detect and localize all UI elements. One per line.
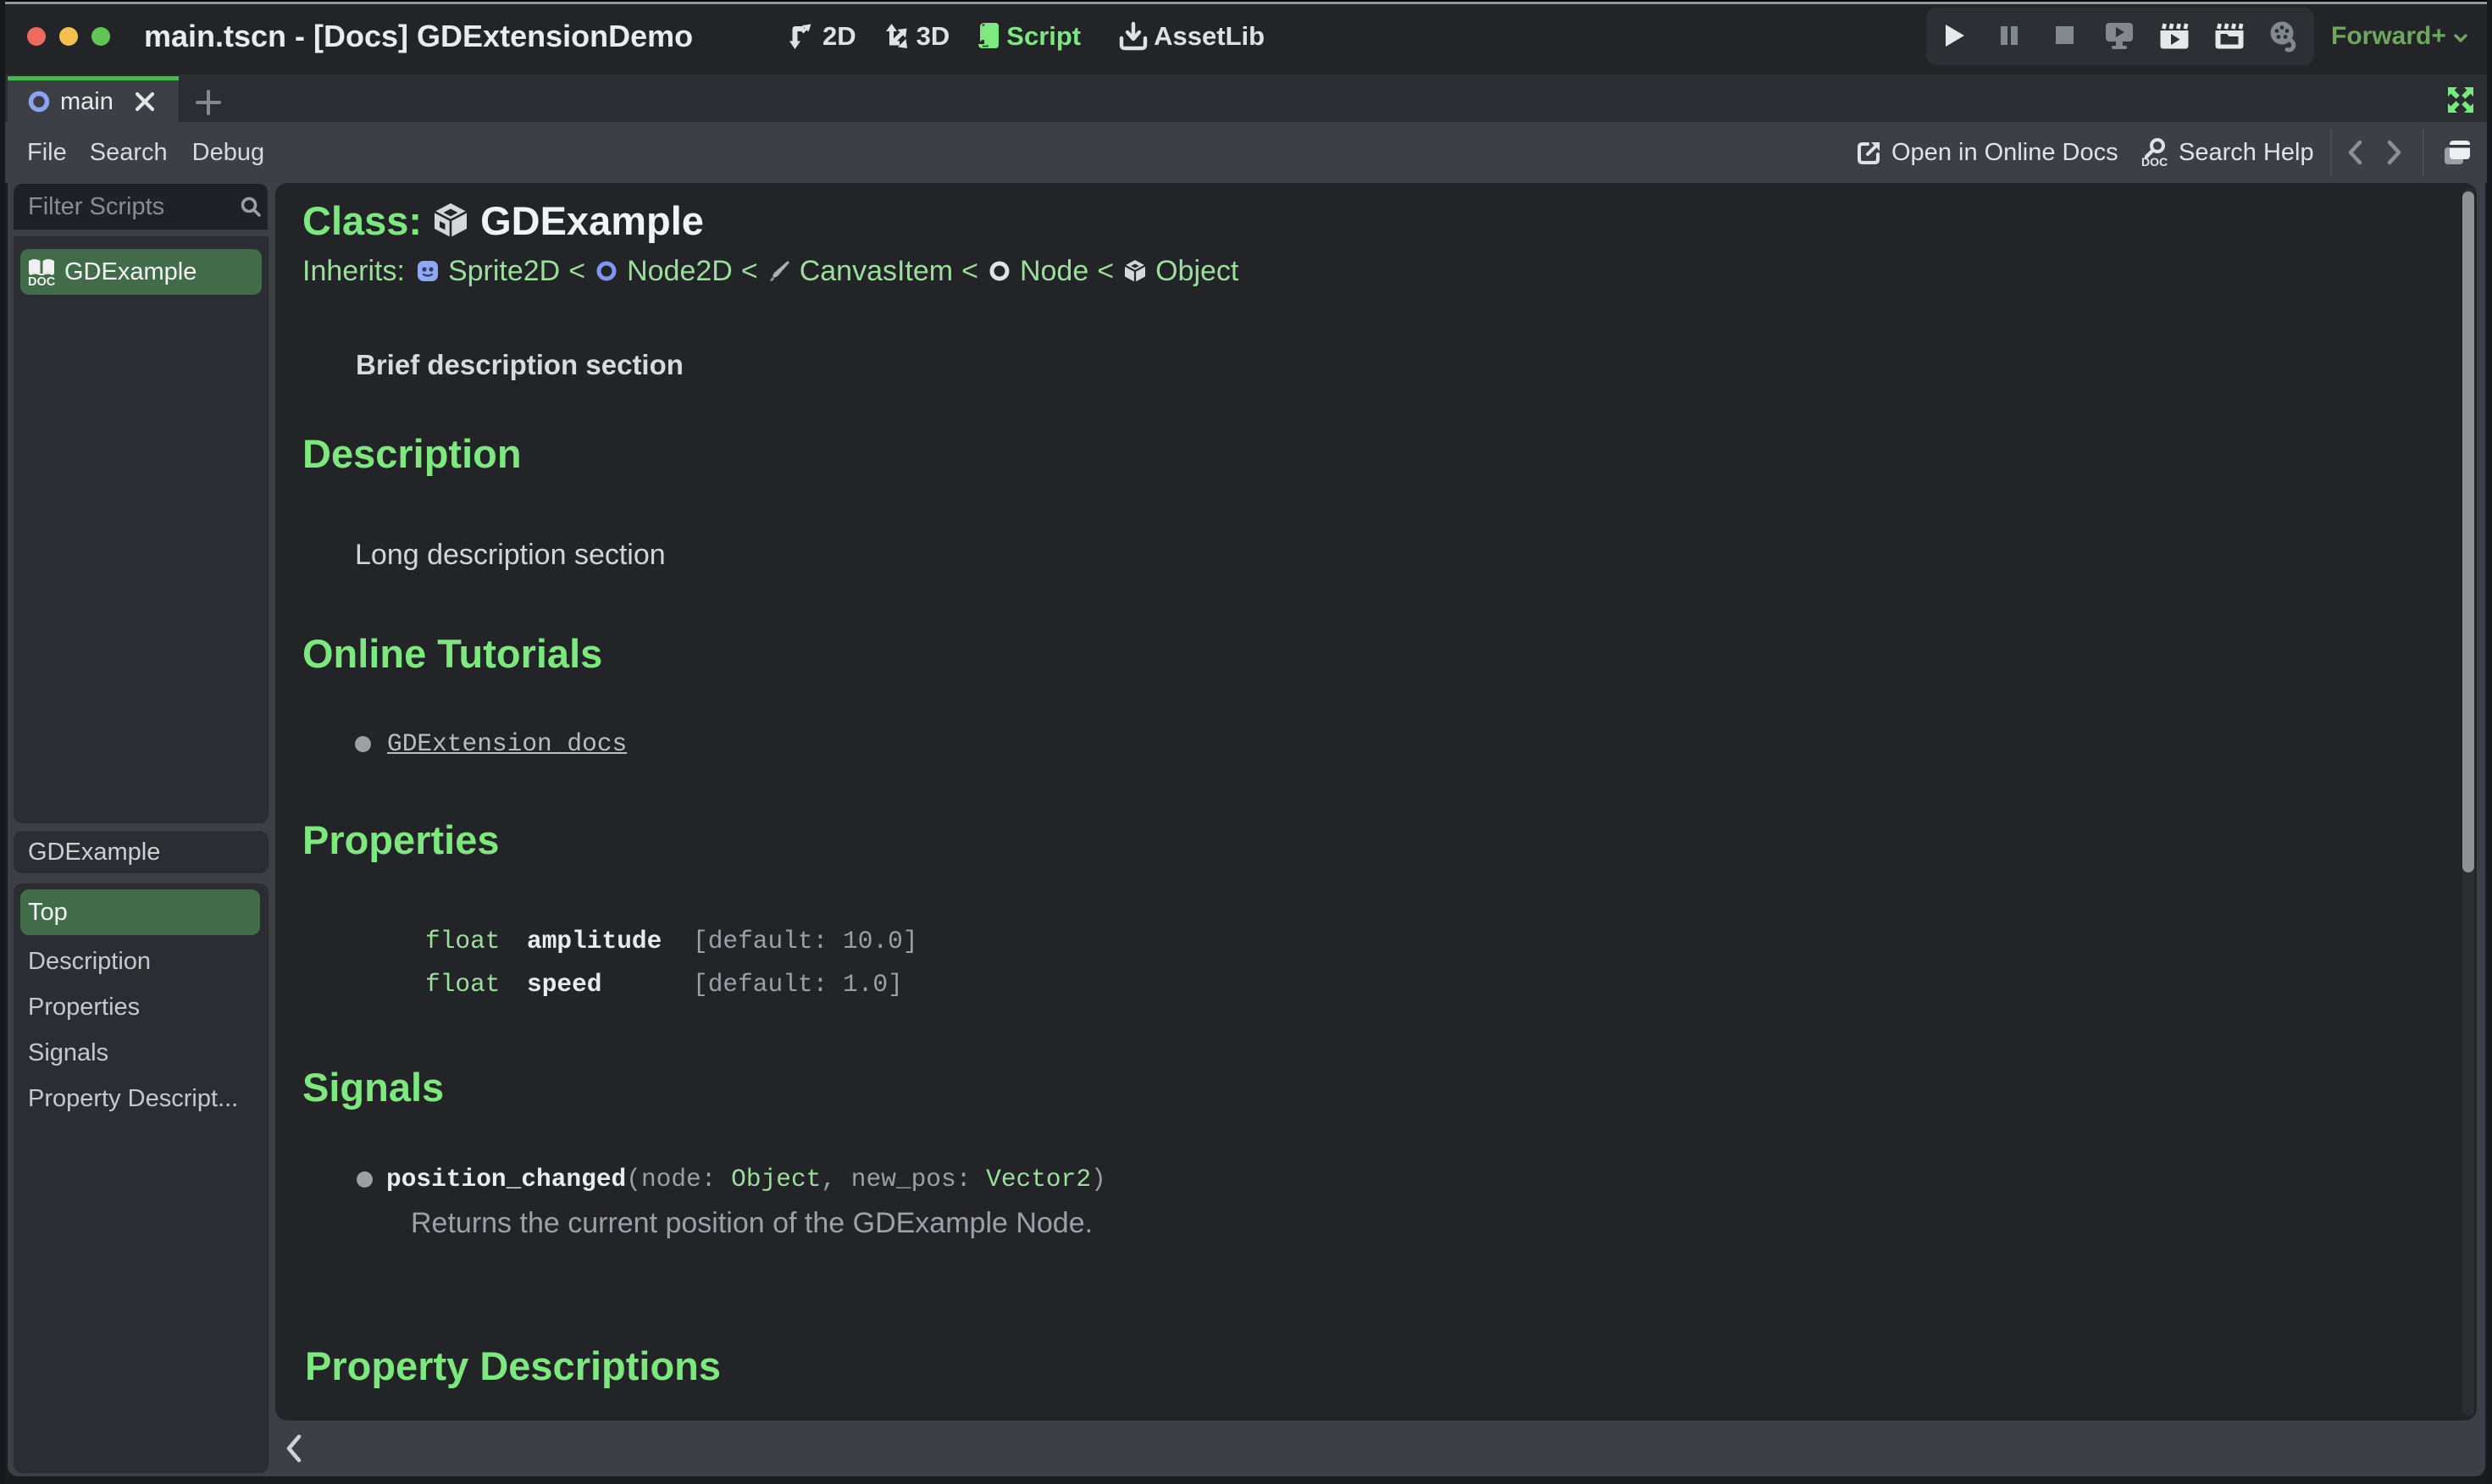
svg-text:DOC: DOC [28, 275, 56, 286]
svg-text:DOC: DOC [2141, 155, 2168, 168]
